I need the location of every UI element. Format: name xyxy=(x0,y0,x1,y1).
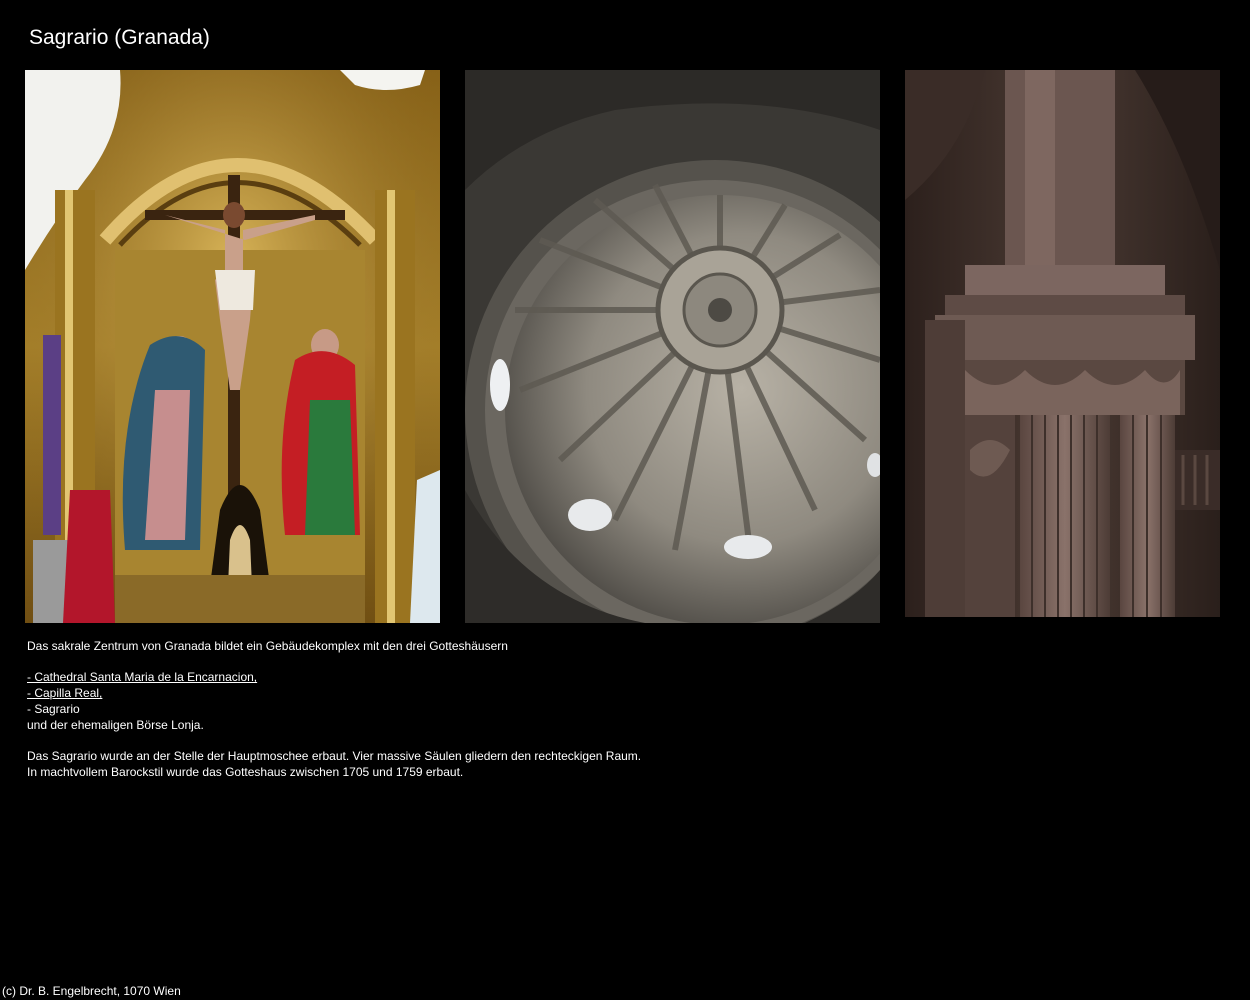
history-line-1: Das Sagrario wurde an der Stelle der Hau… xyxy=(27,748,642,763)
intro-paragraph: Das sakrale Zentrum von Granada bildet e… xyxy=(27,639,508,653)
description-text: Das sakrale Zentrum von Granada bildet e… xyxy=(27,639,927,780)
page-title: Sagrario (Granada) xyxy=(29,26,210,49)
link-capilla-real[interactable]: - Capilla Real, xyxy=(27,686,102,700)
altar-crucifixion-photo[interactable] xyxy=(25,70,440,623)
history-line-2: In machtvollem Barockstil wurde das Gott… xyxy=(27,764,464,779)
dome-interior-photo[interactable] xyxy=(465,70,880,623)
copyright-footer: (c) Dr. B. Engelbrecht, 1070 Wien xyxy=(2,984,181,998)
link-cathedral[interactable]: - Cathedral Santa Maria de la Encarnacio… xyxy=(27,670,257,684)
column-pillar-photo[interactable] xyxy=(905,70,1220,617)
item-lonja: und der ehemaligen Börse Lonja. xyxy=(27,717,204,732)
item-sagrario: - Sagrario xyxy=(27,701,80,716)
